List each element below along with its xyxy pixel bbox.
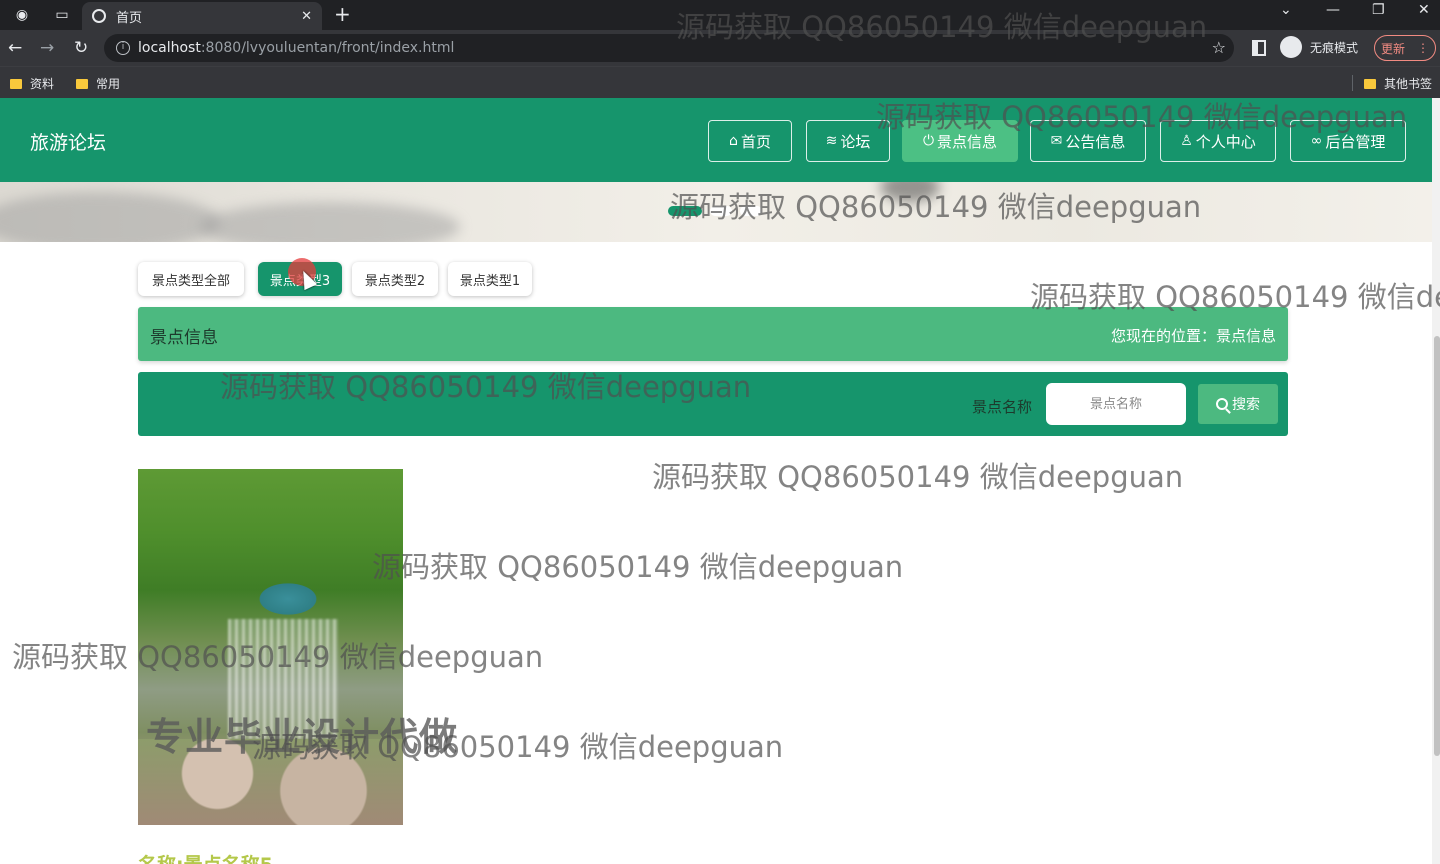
more-menu-icon[interactable]: ⋮ xyxy=(1417,41,1429,55)
banner-cloud xyxy=(200,202,460,242)
breadcrumb: 您现在的位置：景点信息 xyxy=(1110,327,1276,345)
close-window-icon[interactable]: ✕ xyxy=(1418,2,1430,18)
folder-icon xyxy=(76,78,88,89)
watermark: 源码获取 QQ86050149 微信deepguan xyxy=(372,550,904,584)
watermark: 源码获取 QQ86050149 微信deepguan xyxy=(1030,280,1440,314)
tab-favicon-icon xyxy=(92,9,106,23)
browser-tab[interactable]: 首页 ✕ xyxy=(82,2,322,30)
bookmark-label: 资料 xyxy=(30,77,55,91)
category-type-2[interactable]: 景点类型2 xyxy=(352,262,438,296)
url-path: :8080/lvyouluentan/front/index.html xyxy=(200,40,455,56)
bookmark-folder-0[interactable]: 资料 xyxy=(10,75,54,92)
watermark: 源码获取 QQ86050149 微信deepguan xyxy=(12,640,544,674)
search-label: 景点名称 xyxy=(972,398,1033,416)
forward-icon[interactable]: → xyxy=(40,38,54,58)
search-button[interactable]: 搜索 xyxy=(1198,384,1278,424)
back-icon[interactable]: ← xyxy=(8,38,22,58)
scrollbar-thumb[interactable] xyxy=(1434,336,1440,756)
incognito-label: 无痕模式 xyxy=(1310,40,1359,55)
other-bookmarks[interactable]: 其他书签 xyxy=(1364,75,1432,92)
home-icon: ⌂ xyxy=(729,133,738,149)
category-label: 景点类型2 xyxy=(364,273,426,289)
search-button-label: 搜索 xyxy=(1232,397,1260,413)
bookmark-label: 常用 xyxy=(96,77,121,91)
category-type-1[interactable]: 景点类型1 xyxy=(448,262,532,296)
globe-icon[interactable]: ◉ xyxy=(8,3,36,27)
layers-icon: ≋ xyxy=(825,133,838,149)
reload-icon[interactable]: ↻ xyxy=(74,38,88,58)
watermark: 源码获取 QQ86050149 微信deepguan xyxy=(876,100,1408,134)
nav-home[interactable]: ⌂ 首页 xyxy=(708,120,792,162)
search-input[interactable] xyxy=(1046,383,1186,425)
bookmark-folder-1[interactable]: 常用 xyxy=(76,75,120,92)
nav-label: 首页 xyxy=(740,132,771,151)
site-title[interactable]: 旅游论坛 xyxy=(30,128,106,155)
watermark: 源码获取 QQ86050149 微信deepguan xyxy=(652,460,1184,494)
incognito-indicator[interactable]: 无痕模式 xyxy=(1280,36,1358,58)
bookmark-divider xyxy=(1352,75,1353,91)
new-tab-icon[interactable]: + xyxy=(334,2,351,26)
folder-icon xyxy=(1364,78,1376,89)
search-icon xyxy=(1216,398,1228,410)
restore-icon[interactable]: ❐ xyxy=(1372,2,1385,18)
minimize-icon[interactable]: — xyxy=(1326,2,1340,18)
watermark: 源码获取 QQ86050149 微信deepguan xyxy=(676,10,1208,44)
tab-list-icon[interactable]: ⌄ xyxy=(1280,2,1292,18)
watermark: 源码获取 QQ86050149 微信deepguan xyxy=(252,730,784,764)
close-tab-icon[interactable]: ✕ xyxy=(301,9,312,24)
category-all[interactable]: 景点类型全部 xyxy=(138,262,244,296)
bookmark-star-icon[interactable]: ☆ xyxy=(1212,38,1226,57)
tab-search-icon[interactable]: ▭ xyxy=(48,3,76,27)
attraction-name[interactable]: 名称:景点名称5 xyxy=(138,850,273,864)
tab-title: 首页 xyxy=(116,10,143,26)
watermark: 源码获取 QQ86050149 微信deepguan xyxy=(220,370,752,404)
update-label: 更新 xyxy=(1380,41,1405,56)
folder-icon xyxy=(10,78,22,89)
nav-label: 论坛 xyxy=(840,132,871,151)
site-info-icon[interactable]: i xyxy=(116,41,130,55)
url-host: localhost xyxy=(138,40,201,56)
watermark: 源码获取 QQ86050149 微信deepguan xyxy=(670,190,1202,224)
category-label: 景点类型1 xyxy=(459,273,521,289)
other-bookmarks-label: 其他书签 xyxy=(1384,77,1433,91)
category-label: 景点类型全部 xyxy=(151,273,230,289)
incognito-icon xyxy=(1280,36,1302,58)
side-panel-icon[interactable] xyxy=(1252,40,1266,56)
update-button[interactable]: 更新 ⋮ xyxy=(1374,35,1436,61)
banner-cloud xyxy=(0,192,220,242)
section-title: 景点信息 xyxy=(150,328,218,348)
